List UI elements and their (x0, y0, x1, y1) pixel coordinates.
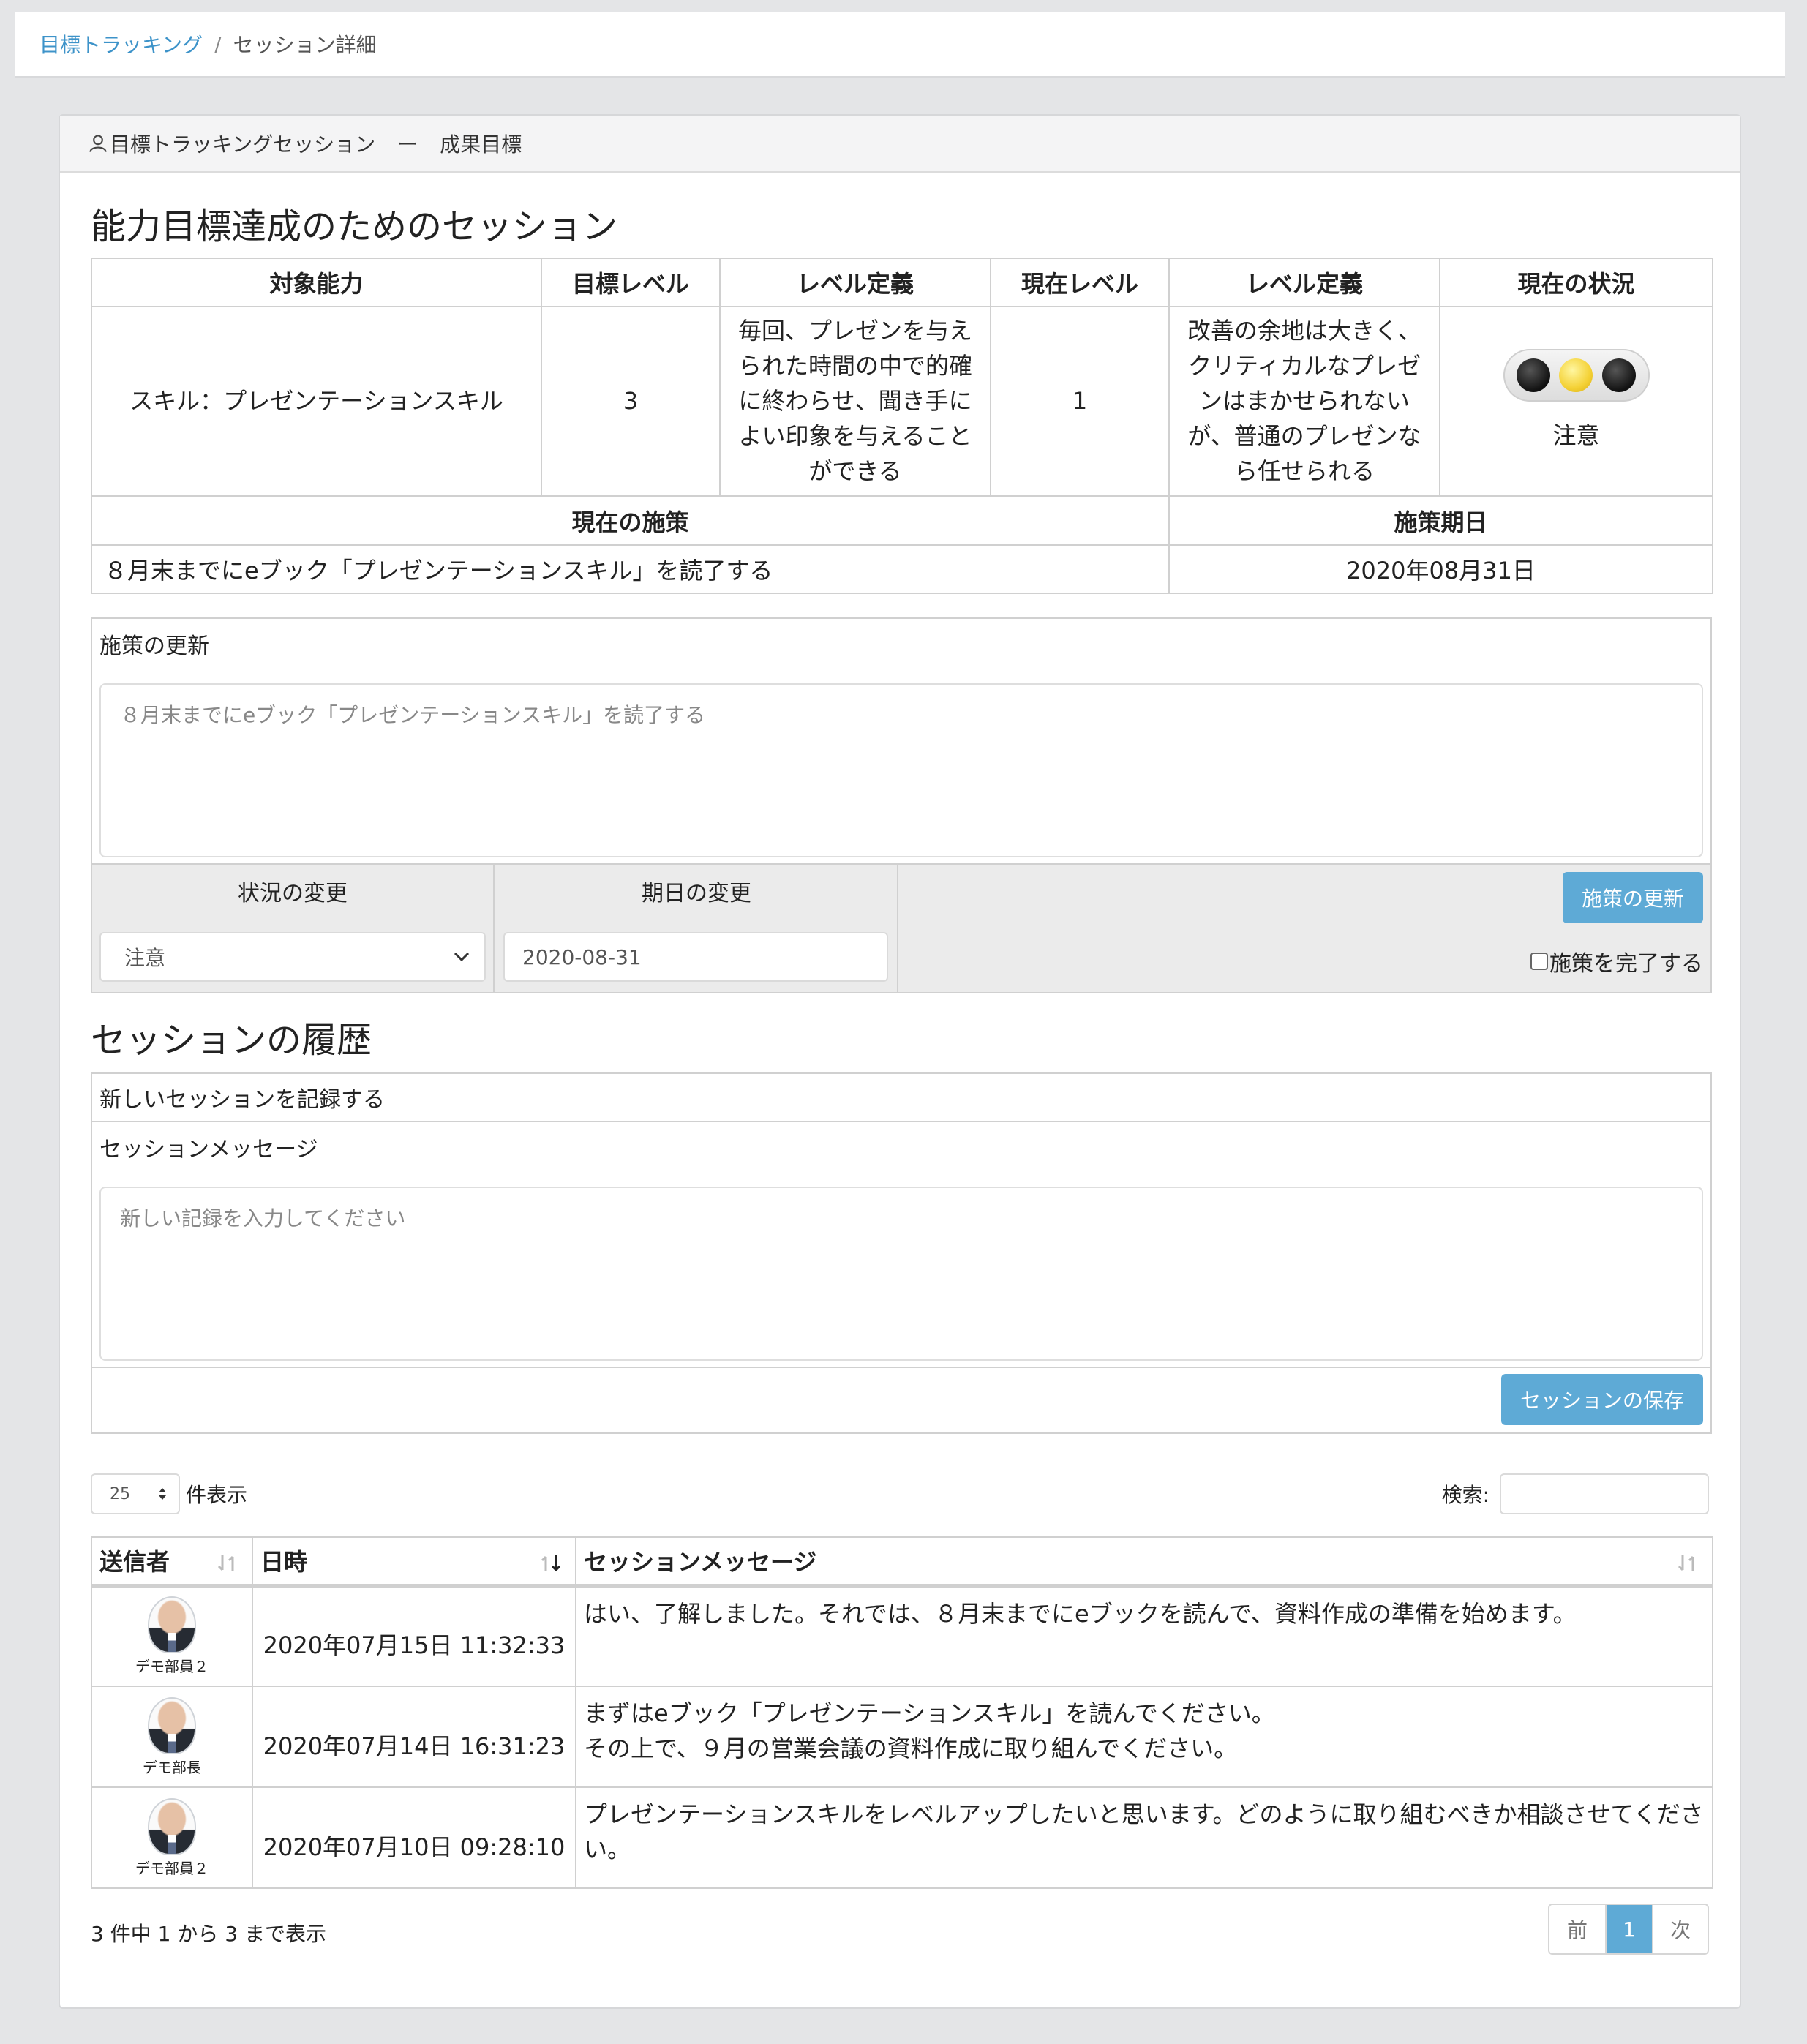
sender-name: デモ部長 (143, 1758, 201, 1776)
session-card: 目標トラッキングセッション ー 成果目標 能力目標達成のためのセッション 対象能… (59, 114, 1741, 2009)
col-current-definition: レベル定義 (1168, 258, 1440, 307)
date-input[interactable]: 2020-08-31 (503, 932, 888, 982)
status-change-label: 状況の変更 (238, 881, 348, 906)
history-title: セッションの履歴 (91, 1020, 372, 1061)
update-measure-button[interactable]: 施策の更新 (1563, 872, 1703, 923)
table-row: デモ部長 2020年07月14日 16:31:23 まずはeブック「プレゼンテー… (91, 1686, 1713, 1788)
update-label: 施策の更新 (99, 634, 209, 659)
status-text: 注意 (1552, 421, 1600, 449)
card-header-title: 目標トラッキングセッション (110, 132, 376, 157)
page-size-select[interactable]: 25 (91, 1473, 180, 1514)
history-table-header: 送信者 日時 セッションメッセージ (91, 1536, 1713, 1588)
deadline-header: 施策期日 (1168, 496, 1713, 546)
status-select[interactable]: 注意 (99, 932, 486, 982)
status-cell: 注意 (1439, 306, 1713, 496)
message-cell: プレゼンテーションスキルをレベルアップしたいと思います。どのように取り組むべきか… (575, 1786, 1713, 1889)
card-header-subtitle: 成果目標 (440, 132, 522, 157)
search-control: 検索: (1442, 1473, 1709, 1514)
complete-checkbox-row: 施策を完了する (1530, 945, 1703, 977)
sort-icon (1678, 1555, 1694, 1571)
history-rows: デモ部員２ 2020年07月15日 11:32:33 はい、了解しました。それで… (91, 1585, 1713, 1889)
goal-table: 対象能力 目標レベル レベル定義 現在レベル レベル定義 現在の状況 スキル：プ… (91, 258, 1713, 496)
avatar (148, 1596, 196, 1654)
col-target-definition: レベル定義 (719, 258, 991, 307)
target-definition-cell: 毎回、プレゼンを与えられた時間の中で的確に終わらせ、聞き手によい印象を与えること… (719, 306, 991, 496)
message-cell: はい、了解しました。それでは、８月末までにeブックを読んで、資料作成の準備を始め… (575, 1585, 1713, 1687)
table-row: デモ部員２ 2020年07月15日 11:32:33 はい、了解しました。それで… (91, 1585, 1713, 1687)
search-input[interactable] (1500, 1473, 1709, 1514)
session-message-label: セッションメッセージ (99, 1137, 318, 1162)
card-header-dash: ー (397, 132, 418, 157)
status-select-value: 注意 (124, 946, 166, 970)
sender-cell: デモ部員２ (91, 1786, 253, 1889)
ability-cell: スキル：プレゼンテーションスキル (91, 306, 542, 496)
complete-label: 施策を完了する (1549, 951, 1703, 977)
date-change-label: 期日の変更 (642, 881, 751, 906)
breadcrumb-separator: / (214, 31, 222, 56)
traffic-light-icon (1503, 349, 1650, 402)
history-table: 送信者 日時 セッションメッセージ デモ部員２ 2020年07月15日 11:3… (91, 1536, 1713, 1889)
measure-table: 現在の施策 施策期日 ８月末までにeブック「プレゼンテーションスキル」を読了する… (91, 496, 1713, 594)
datetime-cell: 2020年07月14日 16:31:23 (252, 1686, 576, 1788)
measure-cell: ８月末までにeブック「プレゼンテーションスキル」を読了する (91, 544, 1170, 594)
current-level-cell: 1 (990, 306, 1170, 496)
col-sender[interactable]: 送信者 (91, 1536, 253, 1588)
chevron-down-icon (454, 952, 470, 962)
deadline-cell: 2020年08月31日 (1168, 544, 1713, 594)
datetime-cell: 2020年07月15日 11:32:33 (252, 1585, 576, 1687)
pagination: 前 1 次 (1548, 1904, 1709, 1955)
col-ability: 対象能力 (91, 258, 542, 307)
pagination-prev[interactable]: 前 (1549, 1905, 1607, 1953)
target-level-cell: 3 (541, 306, 721, 496)
breadcrumb: 目標トラッキング / セッション詳細 (15, 12, 1785, 78)
update-controls: 状況の変更 注意 期日の変更 2020-08-31 施策の更新 施策を完了する (92, 863, 1710, 993)
avatar (148, 1697, 196, 1754)
date-change-group: 期日の変更 2020-08-31 (496, 865, 898, 993)
session-message-textarea[interactable] (99, 1187, 1703, 1361)
red-lamp (1516, 358, 1550, 392)
pagination-page-1[interactable]: 1 (1607, 1905, 1652, 1953)
breadcrumb-link-goal-tracking[interactable]: 目標トラッキング (40, 29, 203, 59)
page-size-control: 25 件表示 (91, 1473, 247, 1514)
save-session-button[interactable]: セッションの保存 (1501, 1374, 1703, 1425)
pagination-next[interactable]: 次 (1652, 1905, 1708, 1953)
goal-row: スキル：プレゼンテーションスキル 3 毎回、プレゼンを与えられた時間の中で的確に… (91, 306, 1713, 496)
update-panel: 施策の更新 状況の変更 注意 期日の変更 2020-08-31 施策の更新 施策… (91, 617, 1712, 993)
page-size-value: 25 (110, 1484, 130, 1503)
new-session-label: 新しいセッションを記録する (92, 1074, 1710, 1122)
datetime-cell: 2020年07月10日 09:28:10 (252, 1786, 576, 1889)
col-message[interactable]: セッションメッセージ (575, 1536, 1713, 1588)
goal-section-title: 能力目標達成のためのセッション (91, 206, 618, 247)
col-status: 現在の状況 (1439, 258, 1713, 307)
search-label: 検索: (1441, 1483, 1489, 1507)
sort-desc-icon (541, 1555, 561, 1572)
complete-checkbox[interactable] (1530, 953, 1548, 970)
measure-header: 現在の施策 (91, 496, 1170, 546)
table-info: 3 件中 1 から 3 まで表示 (91, 1922, 326, 1946)
measure-textarea[interactable] (99, 683, 1703, 857)
sort-icon (217, 1555, 234, 1571)
col-current-level: 現在レベル (990, 258, 1170, 307)
sender-name: デモ部員２ (135, 1859, 209, 1877)
sender-cell: デモ部長 (91, 1686, 253, 1788)
card-header: 目標トラッキングセッション ー 成果目標 (60, 116, 1740, 173)
goal-table-header: 対象能力 目標レベル レベル定義 現在レベル レベル定義 現在の状況 (91, 258, 1713, 307)
page-size-suffix: 件表示 (186, 1483, 248, 1507)
current-definition-cell: 改善の余地は大きく、クリティカルなプレゼンはまかせられないが、普通のプレゼンなら… (1168, 306, 1440, 496)
status-change-group: 状況の変更 注意 (92, 865, 495, 993)
sender-name: デモ部員２ (135, 1658, 209, 1676)
sender-cell: デモ部員２ (91, 1585, 253, 1687)
breadcrumb-current: セッション詳細 (233, 33, 377, 57)
col-datetime[interactable]: 日時 (252, 1536, 576, 1588)
avatar (148, 1797, 196, 1855)
green-lamp (1602, 358, 1637, 392)
user-icon (89, 135, 107, 152)
message-cell: まずはeブック「プレゼンテーションスキル」を読んでください。 その上で、９月の営… (575, 1686, 1713, 1788)
table-row: デモ部員２ 2020年07月10日 09:28:10 プレゼンテーションスキルを… (91, 1786, 1713, 1889)
sort-updown-icon (159, 1488, 166, 1500)
yellow-lamp (1559, 358, 1593, 392)
new-session-panel: 新しいセッションを記録する セッションメッセージ セッションの保存 (91, 1072, 1712, 1434)
col-target-level: 目標レベル (541, 258, 721, 307)
